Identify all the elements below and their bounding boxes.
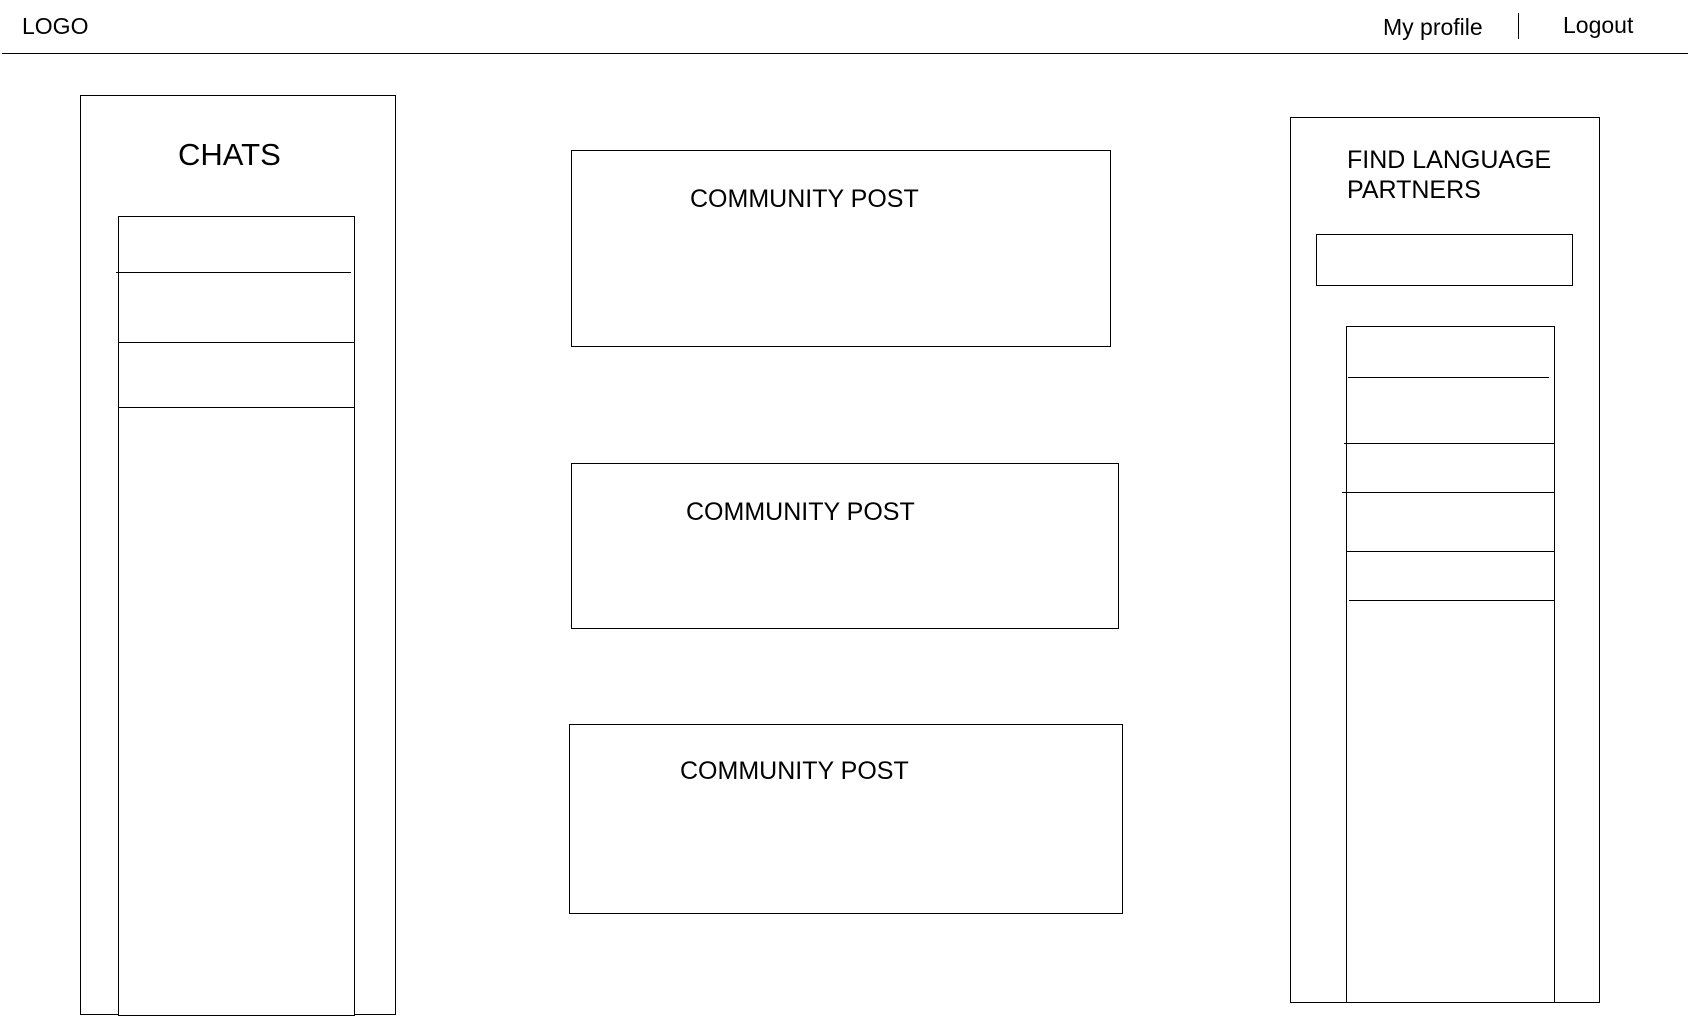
chat-list-item[interactable] — [119, 273, 354, 341]
partner-list-item[interactable] — [1347, 378, 1554, 443]
logo[interactable]: LOGO — [22, 13, 88, 40]
chat-row-divider — [118, 407, 355, 408]
chat-list-item[interactable] — [119, 217, 354, 272]
logout-link[interactable]: Logout — [1563, 12, 1633, 39]
partner-list-item[interactable] — [1347, 494, 1554, 551]
community-post-card[interactable]: COMMUNITY POST — [571, 150, 1111, 347]
community-post-title: COMMUNITY POST — [690, 185, 919, 213]
chat-list-item[interactable] — [119, 343, 354, 407]
partner-row-divider — [1349, 600, 1554, 601]
community-post-title: COMMUNITY POST — [680, 757, 909, 785]
partner-list-item[interactable] — [1347, 327, 1554, 377]
partner-row-divider — [1342, 492, 1554, 493]
partner-list-item[interactable] — [1347, 444, 1554, 493]
community-post-card[interactable]: COMMUNITY POST — [571, 463, 1119, 629]
header-divider — [2, 53, 1688, 54]
partner-search-input[interactable] — [1316, 234, 1573, 286]
chats-title: CHATS — [178, 137, 281, 172]
community-post-title: COMMUNITY POST — [686, 498, 915, 526]
community-post-card[interactable]: COMMUNITY POST — [569, 724, 1123, 914]
partner-list-item[interactable] — [1347, 552, 1554, 600]
my-profile-link[interactable]: My profile — [1383, 14, 1483, 41]
nav-divider — [1518, 13, 1519, 39]
partners-title: FIND LANGUAGE PARTNERS — [1347, 146, 1552, 204]
